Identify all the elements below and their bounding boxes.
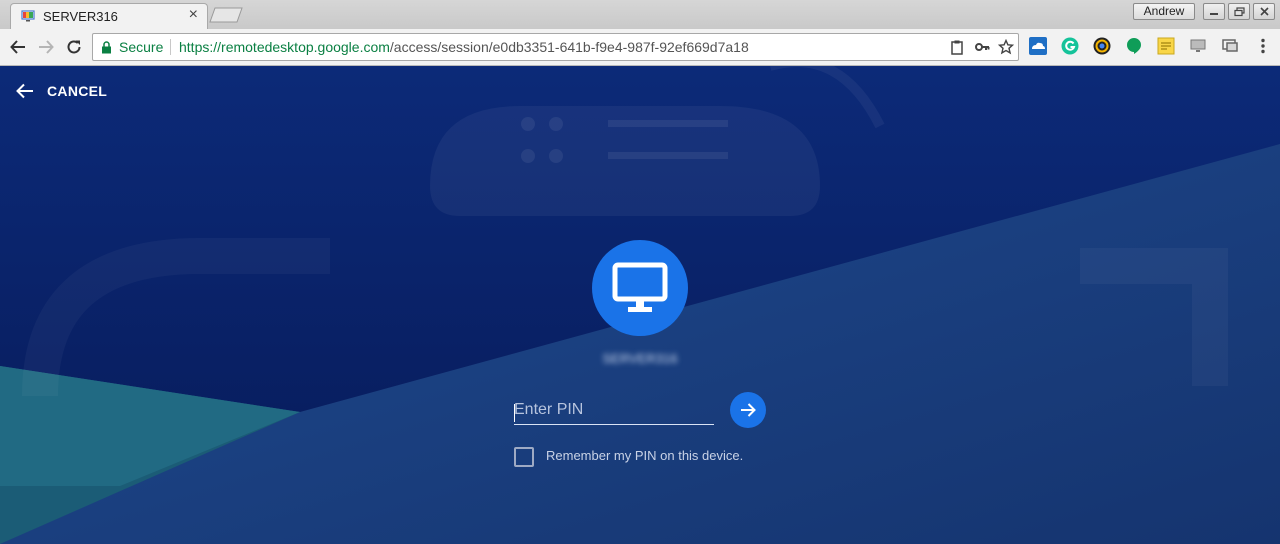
connect-button[interactable]: [730, 392, 766, 428]
url-path: /access/session/e0db3351-641b-f9e4-987f-…: [389, 39, 749, 55]
browser-menu-icon[interactable]: [1254, 37, 1272, 55]
sticky-note-extension-icon[interactable]: [1157, 37, 1175, 55]
host-name: SERVER316: [602, 351, 678, 366]
onedrive-extension-icon[interactable]: [1029, 37, 1047, 55]
monitor-icon: [612, 262, 668, 312]
minimize-icon: [1210, 13, 1218, 15]
remote-session-page: CANCEL SERVER316 Remember my PIN on this…: [0, 66, 1280, 544]
tab-title: SERVER316: [43, 9, 118, 24]
url-host: remotedesktop.google.com: [221, 39, 390, 55]
color-picker-extension-icon[interactable]: [1093, 37, 1111, 55]
cast-extension-icon[interactable]: [1221, 37, 1239, 55]
url-scheme: https://: [179, 39, 222, 55]
restore-icon: [1234, 7, 1245, 17]
arrow-right-icon: [741, 403, 756, 417]
omnibox-separator: [170, 39, 171, 55]
close-icon: [1260, 7, 1269, 16]
forward-arrow-icon[interactable]: [37, 38, 55, 56]
hangouts-extension-icon[interactable]: [1125, 37, 1143, 55]
reload-icon[interactable]: [65, 38, 83, 56]
grammarly-extension-icon[interactable]: [1061, 37, 1079, 55]
lock-icon: [102, 41, 111, 54]
remember-pin-checkbox[interactable]: [514, 447, 534, 467]
restore-button[interactable]: [1228, 3, 1250, 20]
close-window-button[interactable]: [1253, 3, 1275, 20]
screen-extension-icon[interactable]: [1189, 37, 1207, 55]
text-caret: [514, 404, 515, 422]
back-arrow-icon: [16, 83, 33, 99]
pin-input[interactable]: [514, 397, 714, 425]
host-computer-avatar: [592, 240, 688, 336]
new-tab-button[interactable]: [208, 7, 244, 23]
key-icon[interactable]: [974, 39, 990, 55]
remote-desktop-favicon-icon: [21, 10, 35, 22]
title-bar: SERVER316 × Andrew: [0, 0, 1280, 29]
tab-close-icon[interactable]: ×: [189, 6, 198, 24]
minimize-button[interactable]: [1203, 3, 1225, 20]
address-bar[interactable]: Secure https://remotedesktop.google.com/…: [92, 33, 1019, 61]
bookmark-star-icon[interactable]: [998, 39, 1014, 55]
secure-label: Secure: [119, 39, 164, 55]
cancel-label: CANCEL: [47, 83, 108, 99]
profile-button[interactable]: Andrew: [1133, 3, 1195, 20]
back-arrow-icon[interactable]: [9, 38, 27, 56]
browser-toolbar: Secure https://remotedesktop.google.com/…: [0, 29, 1280, 66]
browser-tab[interactable]: SERVER316 ×: [10, 3, 208, 29]
url-text[interactable]: https://remotedesktop.google.com/access/…: [179, 39, 749, 55]
remember-pin-label: Remember my PIN on this device.: [546, 448, 744, 463]
clipboard-icon[interactable]: [949, 39, 965, 55]
